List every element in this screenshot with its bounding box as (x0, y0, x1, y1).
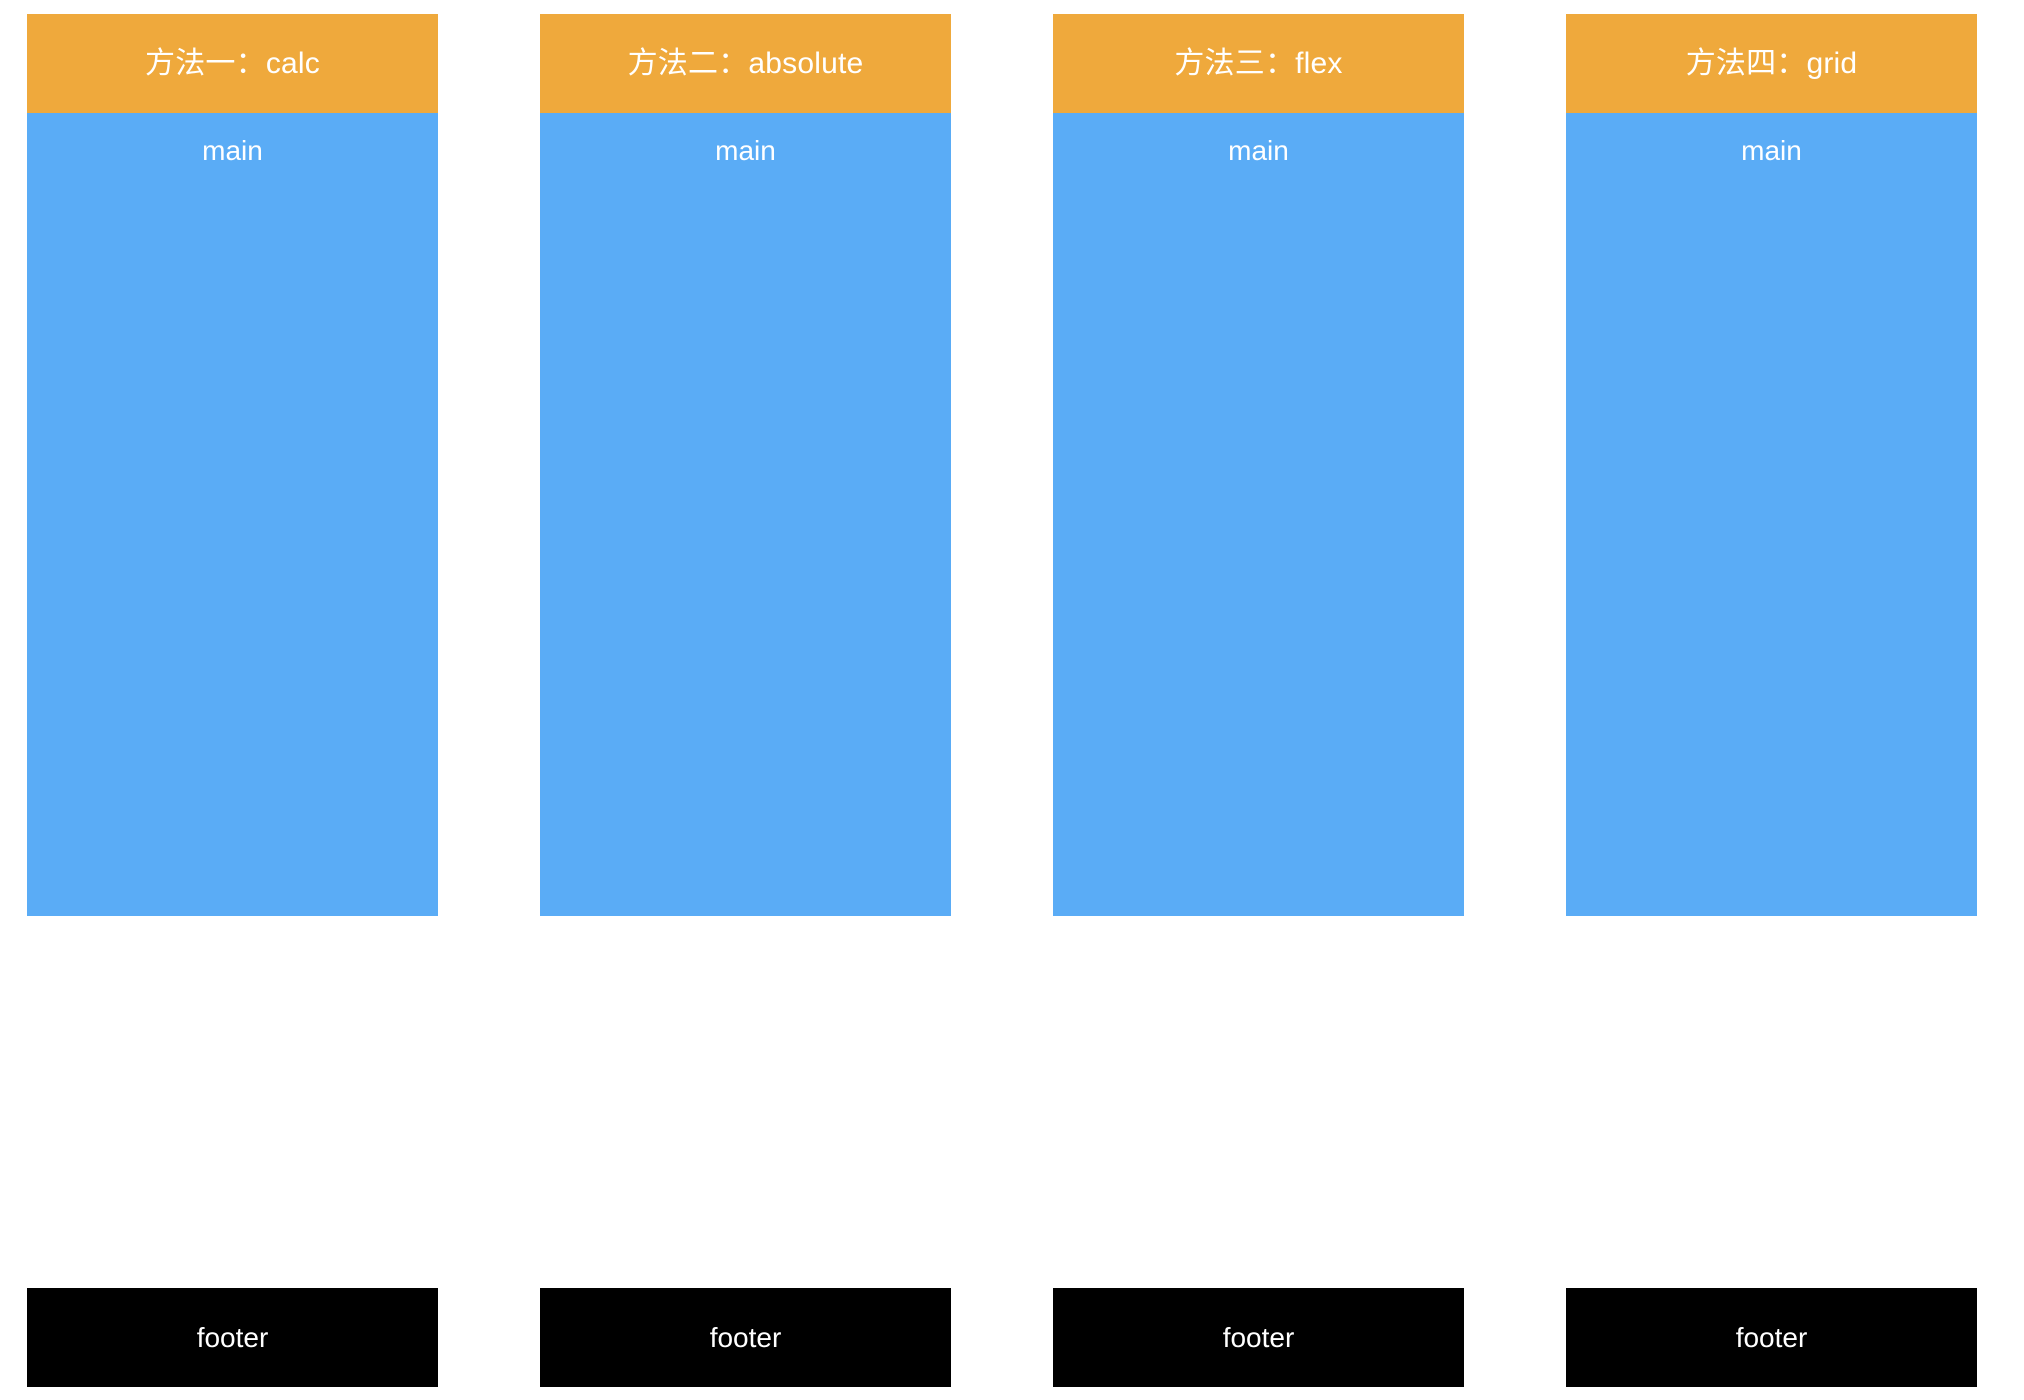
column-main-grid: main (1566, 113, 1977, 916)
layout-demo-column-2: 方法二：absolute main (540, 14, 951, 916)
column-header-calc: 方法一：calc (27, 14, 438, 113)
column-header-grid: 方法四：grid (1566, 14, 1977, 113)
layout-demo-column-4: 方法四：grid main (1566, 14, 1977, 916)
column-main-flex: main (1053, 113, 1464, 916)
column-main-calc: main (27, 113, 438, 916)
column-footer-label: footer (709, 1321, 782, 1353)
layout-demo-columns: 方法一：calc main 方法二：absolute main 方法三：flex… (27, 14, 1977, 916)
column-footer-label: footer (196, 1321, 269, 1353)
layout-demo-column-3: 方法三：flex main (1053, 14, 1464, 916)
column-footer-label: footer (1222, 1321, 1295, 1353)
layout-demo-column-1: 方法一：calc main (27, 14, 438, 916)
page-canvas: 方法一：calc main 方法二：absolute main 方法三：flex… (0, 0, 2024, 1400)
column-main-absolute: main (540, 113, 951, 916)
column-header-absolute: 方法二：absolute (540, 14, 951, 113)
column-main-label: main (202, 135, 263, 166)
column-header-label: 方法四：grid (1685, 46, 1858, 80)
column-footer-flex: footer (1053, 1288, 1464, 1387)
column-footer-grid: footer (1566, 1288, 1977, 1387)
column-header-label: 方法一：calc (145, 46, 320, 80)
column-header-label: 方法三：flex (1174, 46, 1343, 80)
column-header-label: 方法二：absolute (627, 46, 864, 80)
column-main-label: main (1741, 135, 1802, 166)
column-footer-label: footer (1735, 1321, 1808, 1353)
column-footer-absolute: footer (540, 1288, 951, 1387)
column-header-flex: 方法三：flex (1053, 14, 1464, 113)
layout-demo-footers: footer footer footer footer (27, 1288, 1977, 1387)
column-main-label: main (1228, 135, 1289, 166)
column-footer-calc: footer (27, 1288, 438, 1387)
column-main-label: main (715, 135, 776, 166)
